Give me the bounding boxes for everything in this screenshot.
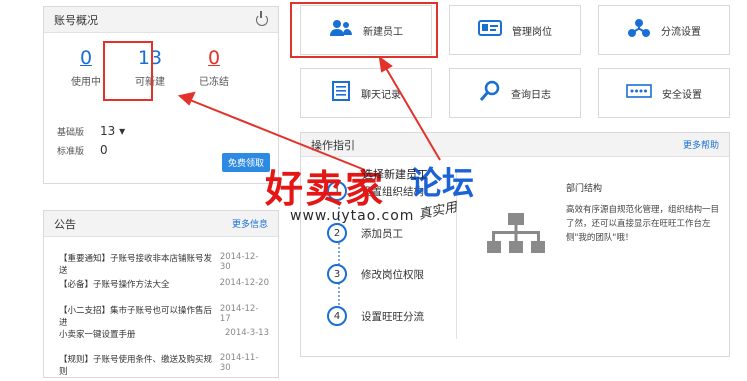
arrow-line-right [379,57,441,161]
annotation-select-text: 选择新建员工 [362,168,428,181]
arrow-head-right [378,55,393,73]
watermark-url: www.uytao.com [290,208,415,224]
arrow-head-left [177,91,196,106]
